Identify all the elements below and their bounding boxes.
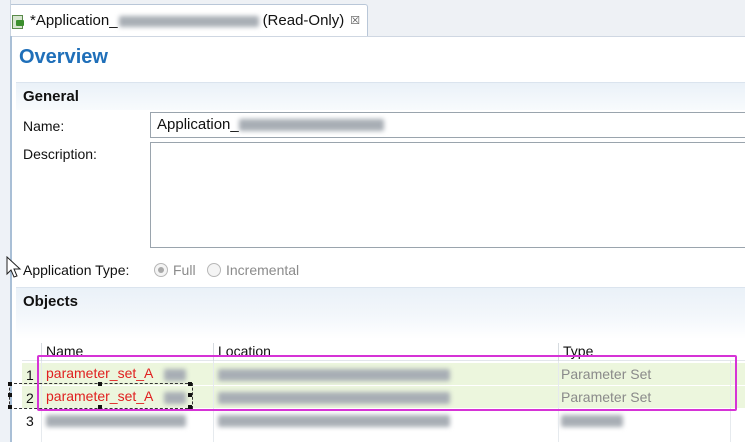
radio-label: Full: [173, 262, 196, 278]
redacted-location: [218, 369, 450, 381]
close-icon[interactable]: ☒: [350, 14, 360, 27]
resize-handle[interactable]: [188, 405, 192, 409]
editor-tab[interactable]: *Application_ (Read-Only) ☒: [6, 4, 368, 36]
overview-header: Overview: [12, 38, 745, 78]
resize-handle[interactable]: [8, 393, 12, 397]
editor-tab-bar: *Application_ (Read-Only) ☒: [0, 0, 745, 37]
redacted-location: [218, 415, 450, 427]
column-divider: [730, 361, 731, 442]
table-row[interactable]: 1 parameter_set_A Parameter Set: [22, 363, 745, 385]
resize-handle[interactable]: [8, 382, 12, 386]
column-divider: [558, 361, 559, 442]
resize-handle[interactable]: [98, 405, 102, 409]
column-header-name[interactable]: Name: [41, 343, 213, 361]
radio-full[interactable]: Full: [154, 262, 196, 278]
column-header-location[interactable]: Location: [213, 343, 558, 361]
radio-label: Incremental: [226, 262, 300, 278]
objects-section-header[interactable]: Objects: [16, 287, 745, 339]
general-section-header[interactable]: General: [16, 82, 745, 110]
redacted-text: [238, 119, 384, 132]
object-name: parameter_set_A: [46, 365, 154, 381]
row-number: 3: [26, 413, 34, 429]
section-title: General: [23, 88, 79, 105]
name-field[interactable]: Application_: [150, 112, 745, 138]
resize-handle[interactable]: [8, 405, 12, 409]
table-header: Name Location Type: [22, 342, 745, 361]
resize-handle[interactable]: [188, 382, 192, 386]
radio-selected-icon: [154, 263, 168, 277]
page-title: Overview: [19, 46, 108, 68]
resize-handle[interactable]: [188, 393, 192, 397]
application-type-label: Application Type:: [23, 262, 130, 278]
name-label: Name:: [23, 118, 65, 134]
redacted-location: [218, 392, 450, 404]
section-title: Objects: [23, 293, 79, 310]
radio-unselected-icon: [207, 263, 221, 277]
application-icon: [11, 14, 25, 29]
object-type: Parameter Set: [561, 366, 652, 382]
redacted-text: [164, 369, 186, 381]
redacted-type: [561, 415, 623, 427]
redacted-text: [118, 15, 259, 27]
table-row[interactable]: 3: [22, 409, 745, 431]
mouse-cursor-icon: [6, 256, 22, 278]
description-field[interactable]: [150, 142, 745, 248]
name-value: Application_: [157, 116, 239, 133]
description-label: Description:: [23, 146, 97, 162]
radio-incremental[interactable]: Incremental: [207, 262, 299, 278]
column-header-type[interactable]: Type: [558, 343, 730, 361]
object-type: Parameter Set: [561, 389, 652, 405]
tab-title: *Application_ (Read-Only): [30, 12, 345, 29]
row-number: 1: [26, 367, 34, 383]
redacted-name: [46, 415, 186, 427]
resize-handle[interactable]: [98, 382, 102, 386]
column-divider: [213, 361, 214, 442]
